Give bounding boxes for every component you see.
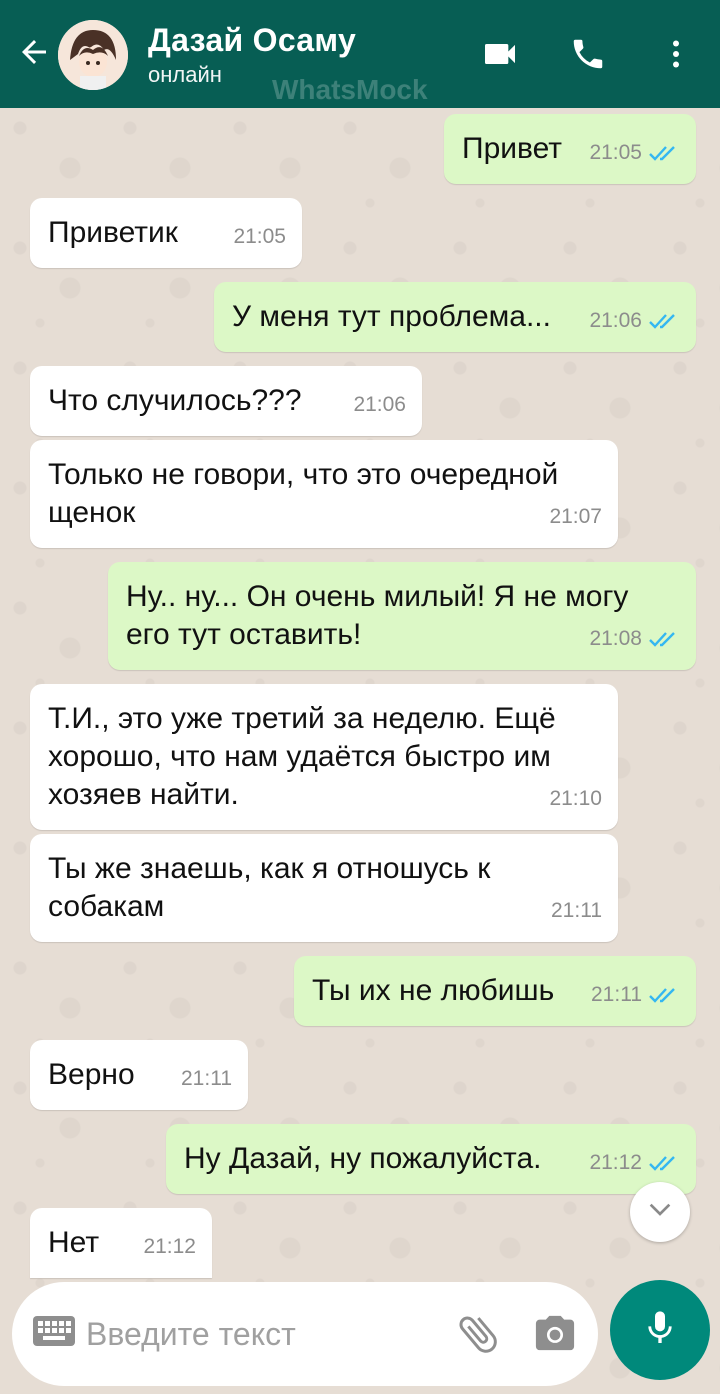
message-time: 21:11 — [551, 899, 602, 922]
watermark: WhatsMock — [272, 74, 428, 105]
back-arrow-icon[interactable] — [12, 30, 56, 74]
paperclip-icon[interactable] — [454, 1310, 502, 1363]
camera-icon[interactable] — [532, 1312, 578, 1359]
message-text: Только не говори, что это очередной щено… — [48, 458, 559, 529]
message-incoming[interactable]: Нет 21:12 — [30, 1208, 212, 1278]
message-text: Ты же знаешь, как я отношусь к собакам — [48, 852, 491, 923]
message-input[interactable] — [86, 1310, 446, 1358]
message-incoming[interactable]: Т.И., это уже третий за неделю. Ещё хоро… — [30, 684, 618, 830]
phone-icon[interactable] — [564, 30, 612, 78]
message-outgoing[interactable]: Ну Дазай, ну пожалуйста. 21:12 — [166, 1124, 696, 1194]
contact-status: онлайн — [148, 62, 222, 87]
double-check-icon — [648, 311, 680, 331]
double-check-icon — [648, 143, 680, 163]
message-time: 21:06 — [589, 309, 642, 332]
double-check-icon — [648, 985, 680, 1005]
message-incoming[interactable]: Верно 21:11 — [30, 1040, 248, 1110]
chat-header: Дазай Осаму онлайн WhatsMock — [0, 0, 720, 108]
voice-record-button[interactable] — [610, 1280, 710, 1380]
message-outgoing[interactable]: Привет 21:05 — [444, 114, 696, 184]
message-time: 21:05 — [589, 141, 642, 164]
more-vert-icon[interactable] — [652, 30, 700, 78]
message-text: Т.И., это уже третий за неделю. Ещё хоро… — [48, 702, 556, 811]
message-incoming[interactable]: Только не говори, что это очередной щено… — [30, 440, 618, 548]
message-composer — [12, 1282, 598, 1386]
message-time: 21:10 — [549, 787, 602, 810]
double-check-icon — [648, 1153, 680, 1173]
message-time: 21:06 — [353, 393, 406, 416]
scroll-to-bottom-button[interactable] — [630, 1182, 690, 1242]
message-time: 21:11 — [591, 983, 642, 1006]
mic-icon — [640, 1306, 680, 1355]
message-time: 21:08 — [589, 627, 642, 650]
message-time: 21:11 — [181, 1067, 232, 1090]
message-outgoing[interactable]: Ну.. ну... Он очень милый! Я не могу его… — [108, 562, 696, 670]
message-incoming[interactable]: Что случилось??? 21:06 — [30, 366, 422, 436]
message-outgoing[interactable]: У меня тут проблема... 21:06 — [214, 282, 696, 352]
message-time: 21:07 — [549, 505, 602, 528]
double-check-icon — [648, 629, 680, 649]
chevron-down-icon — [644, 1194, 676, 1231]
message-text: Что случилось??? — [48, 384, 302, 417]
message-time: 21:05 — [233, 225, 286, 248]
message-time: 21:12 — [589, 1151, 642, 1174]
message-outgoing[interactable]: Ты их не любишь 21:11 — [294, 956, 696, 1026]
message-incoming[interactable]: Приветик 21:05 — [30, 198, 302, 268]
contact-name[interactable]: Дазай Осаму — [148, 22, 356, 59]
video-call-icon[interactable] — [476, 30, 524, 78]
message-time: 21:12 — [143, 1235, 196, 1258]
keyboard-icon[interactable] — [32, 1314, 76, 1353]
avatar[interactable] — [58, 20, 128, 90]
message-incoming[interactable]: Ты же знаешь, как я отношусь к собакам 2… — [30, 834, 618, 942]
